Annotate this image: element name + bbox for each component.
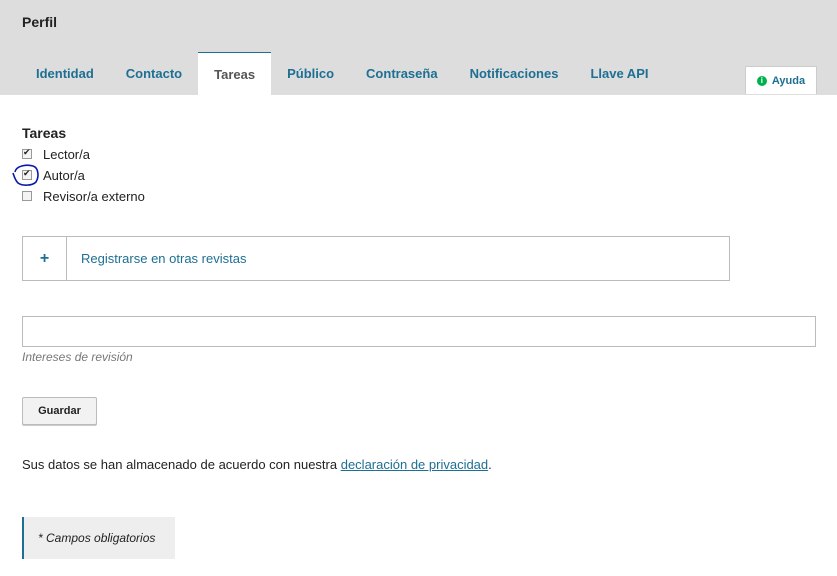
- role-lector: Lector/a: [22, 146, 90, 162]
- privacy-link[interactable]: declaración de privacidad: [341, 457, 488, 472]
- register-other-journals: + Registrarse en otras revistas: [22, 236, 730, 281]
- role-label: Lector/a: [43, 146, 90, 162]
- privacy-suffix: .: [488, 457, 492, 472]
- page-title: Perfil: [22, 14, 58, 30]
- tab-llave-api[interactable]: Llave API: [574, 52, 664, 95]
- tab-contacto[interactable]: Contacto: [110, 52, 198, 95]
- privacy-prefix: Sus datos se han almacenado de acuerdo c…: [22, 457, 341, 472]
- review-interests-label: Intereses de revisión: [22, 350, 133, 364]
- role-label: Revisor/a externo: [43, 188, 145, 204]
- tab-tareas[interactable]: Tareas: [198, 52, 272, 95]
- save-button[interactable]: Guardar: [22, 397, 97, 425]
- privacy-statement: Sus datos se han almacenado de acuerdo c…: [22, 457, 492, 472]
- register-other-journals-link[interactable]: Registrarse en otras revistas: [67, 237, 246, 280]
- help-label: Ayuda: [771, 74, 806, 87]
- hand-drawn-circle-annotation: [12, 164, 39, 186]
- required-fields-note: * Campos obligatorios: [22, 517, 175, 559]
- help-button[interactable]: i Ayuda: [745, 66, 817, 94]
- tab-identidad[interactable]: Identidad: [20, 52, 110, 95]
- review-interests-input[interactable]: [22, 316, 816, 347]
- tab-contrasena[interactable]: Contraseña: [350, 52, 454, 95]
- role-revisor: Revisor/a externo: [22, 188, 145, 204]
- plus-icon[interactable]: +: [23, 237, 67, 280]
- tab-notificaciones[interactable]: Notificaciones: [454, 52, 575, 95]
- profile-tabs: Identidad Contacto Tareas Público Contra…: [20, 52, 664, 95]
- page-header: Perfil Identidad Contacto Tareas Público…: [0, 0, 837, 95]
- role-label: Autor/a: [43, 167, 85, 183]
- roles-heading: Tareas: [22, 125, 67, 141]
- info-icon: i: [756, 75, 767, 86]
- revisor-checkbox[interactable]: [22, 191, 32, 201]
- tab-publico[interactable]: Público: [271, 52, 350, 95]
- lector-checkbox[interactable]: [22, 147, 32, 159]
